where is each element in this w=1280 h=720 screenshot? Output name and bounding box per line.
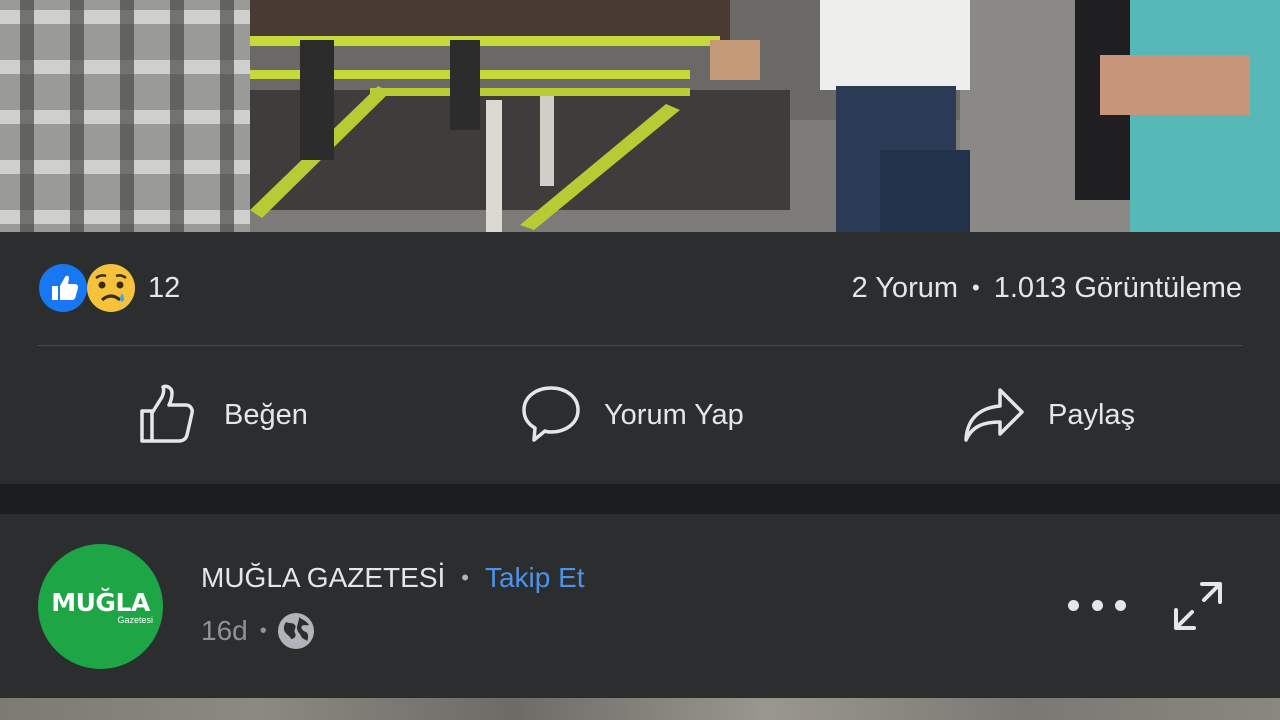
reactions-summary[interactable]: 12: [38, 262, 180, 314]
post-actions: Beğen Yorum Yap Paylaş: [0, 380, 1280, 450]
like-label: Beğen: [224, 398, 308, 431]
video-player[interactable]: [0, 0, 1280, 232]
reaction-count: 12: [148, 271, 181, 304]
thumbs-up-icon: [140, 384, 194, 443]
page-name[interactable]: MUĞLA GAZETESİ: [201, 562, 445, 594]
post-stats: 2 Yorum • 1.013 Görüntüleme: [852, 262, 1242, 314]
next-post-header: MUĞLA Gazetesi MUĞLA GAZETESİ • Takip Et…: [0, 514, 1280, 698]
facebook-feed: 12 2 Yorum • 1.013 Görüntüleme Beğen Yor…: [0, 0, 1280, 720]
comment-button[interactable]: Yorum Yap: [520, 380, 744, 450]
next-video-preview[interactable]: [0, 698, 1280, 720]
post-footer: 12 2 Yorum • 1.013 Görüntüleme Beğen Yor…: [0, 232, 1280, 484]
avatar-logo-subtext: Gazetesi: [117, 615, 153, 625]
feed-separator: [0, 484, 1280, 514]
globe-icon: [277, 613, 314, 649]
like-button[interactable]: Beğen: [138, 380, 308, 450]
comment-label: Yorum Yap: [604, 398, 744, 431]
more-horizontal-icon: [1115, 599, 1126, 611]
sad-reaction-icon: [87, 264, 135, 312]
divider: [38, 345, 1242, 346]
comments-count[interactable]: 2 Yorum: [852, 272, 958, 305]
views-count: 1.013 Görüntüleme: [993, 271, 1242, 304]
stats-separator: •: [972, 275, 980, 300]
comment-icon: [522, 386, 580, 442]
more-horizontal-icon: [1091, 599, 1103, 611]
more-options-button[interactable]: [1068, 592, 1126, 618]
meta-separator: •: [259, 619, 267, 642]
post-time[interactable]: 16d: [201, 615, 248, 647]
share-icon: [964, 388, 1024, 442]
post-meta: 16d •: [201, 612, 315, 650]
expand-icon[interactable]: [1172, 580, 1224, 632]
share-button[interactable]: Paylaş: [962, 380, 1135, 450]
video-frame-image: [0, 0, 1280, 232]
like-reaction-icon: [39, 264, 87, 312]
avatar-logo-text: MUĞLA: [51, 588, 150, 617]
more-horizontal-icon: [1068, 599, 1079, 611]
follow-button[interactable]: Takip Et: [485, 562, 585, 594]
page-title-line: MUĞLA GAZETESİ • Takip Et: [201, 562, 585, 594]
page-avatar[interactable]: MUĞLA Gazetesi: [38, 544, 163, 669]
share-label: Paylaş: [1048, 398, 1136, 431]
title-separator: •: [461, 565, 469, 590]
